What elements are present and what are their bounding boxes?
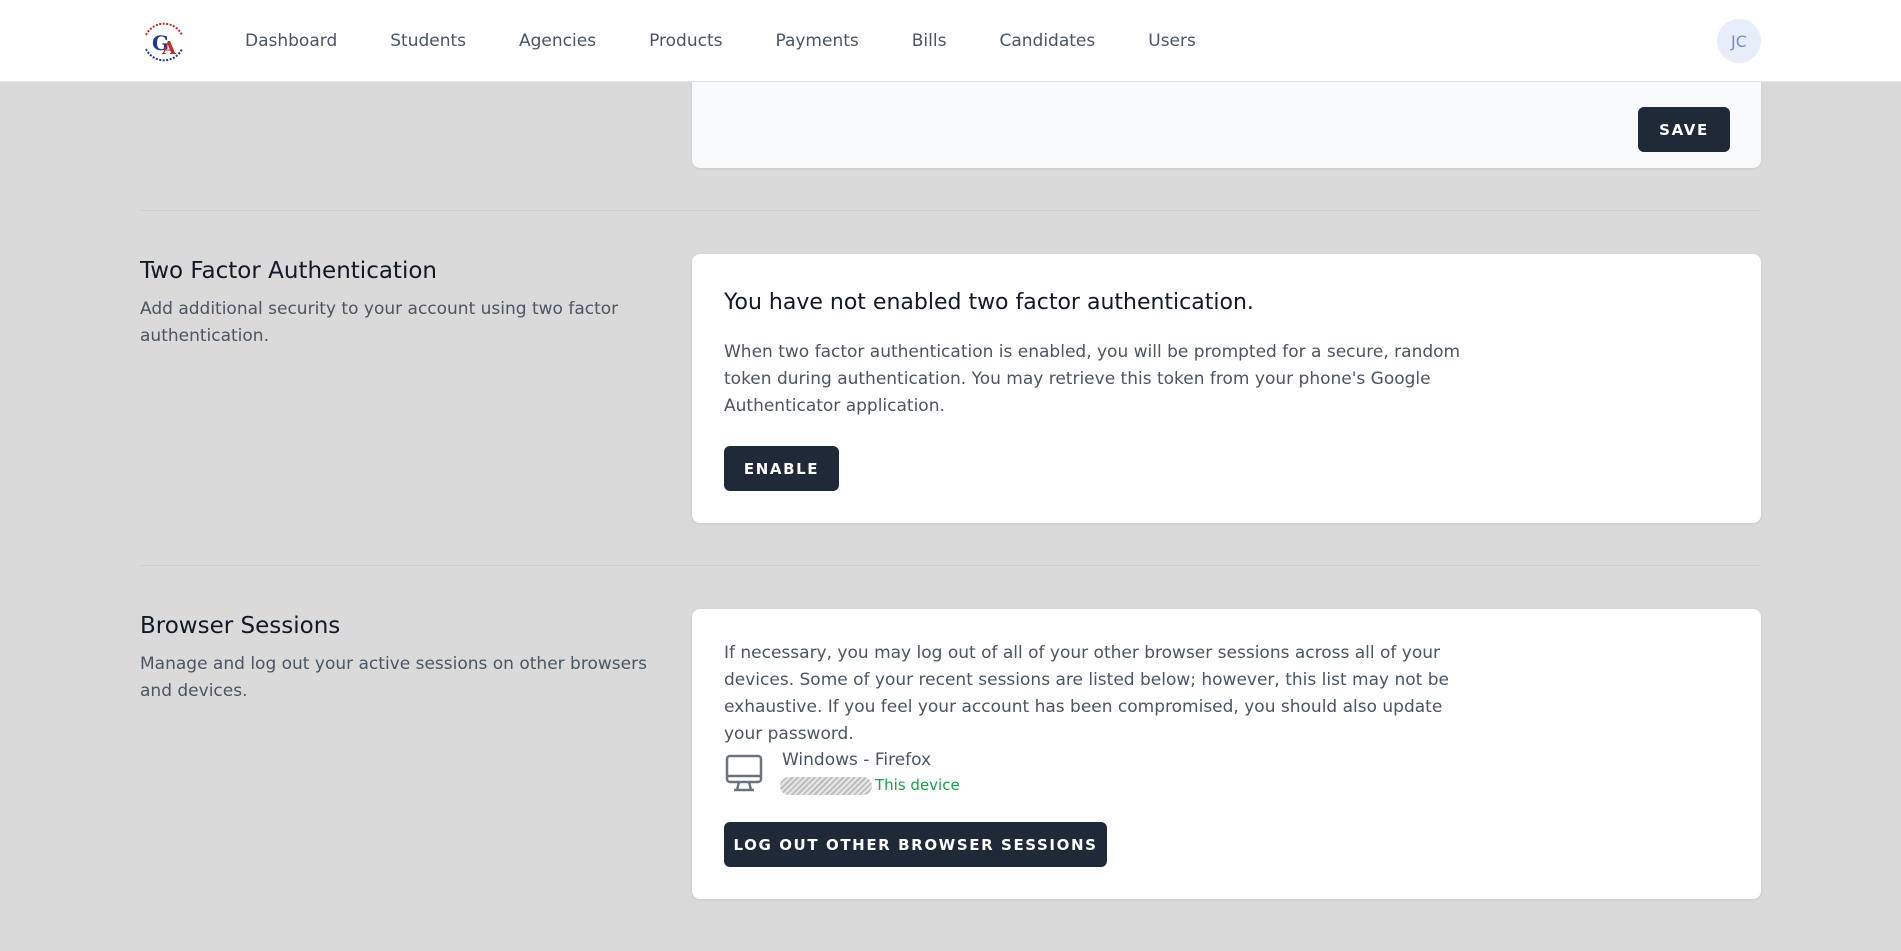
enable-button[interactable]: ENABLE <box>724 446 839 491</box>
user-avatar[interactable]: JC <box>1717 19 1761 63</box>
logout-other-sessions-button[interactable]: LOG OUT OTHER BROWSER SESSIONS <box>724 822 1107 867</box>
section-divider <box>140 210 1761 211</box>
two-factor-card: You have not enabled two factor authenti… <box>692 254 1761 523</box>
nav-link-candidates[interactable]: Candidates <box>999 31 1095 51</box>
nav-links: Dashboard Students Agencies Products Pay… <box>245 0 1249 82</box>
nav-link-dashboard[interactable]: Dashboard <box>245 31 337 51</box>
svg-text:A: A <box>161 38 177 59</box>
two-factor-description: Add additional security to your account … <box>140 299 619 346</box>
current-device-label: This device <box>875 776 960 794</box>
profile-form-footer: SAVE <box>692 82 1761 168</box>
two-factor-title: Two Factor Authentication <box>140 258 437 284</box>
session-ip-redacted <box>780 777 872 795</box>
logo[interactable]: G A <box>140 17 188 65</box>
nav-link-payments[interactable]: Payments <box>775 31 858 51</box>
nav-link-bills[interactable]: Bills <box>912 31 947 51</box>
monitor-icon <box>725 754 763 792</box>
nav-link-agencies[interactable]: Agencies <box>519 31 596 51</box>
nav-link-users[interactable]: Users <box>1148 31 1196 51</box>
browser-sessions-title: Browser Sessions <box>140 613 341 639</box>
browser-sessions-card: If necessary, you may log out of all of … <box>692 609 1761 899</box>
nav-link-products[interactable]: Products <box>649 31 722 51</box>
browser-sessions-description: Manage and log out your active sessions … <box>140 654 647 701</box>
top-navigation: G A Dashboard Students Agencies Products… <box>0 0 1901 82</box>
nav-link-students[interactable]: Students <box>390 31 466 51</box>
save-button[interactable]: SAVE <box>1638 107 1730 152</box>
section-divider <box>140 565 1761 566</box>
two-factor-status-heading: You have not enabled two factor authenti… <box>724 290 1254 315</box>
session-platform: Windows - Firefox <box>782 750 932 770</box>
browser-sessions-body: If necessary, you may log out of all of … <box>724 643 1449 744</box>
two-factor-body: When two factor authentication is enable… <box>724 342 1461 416</box>
